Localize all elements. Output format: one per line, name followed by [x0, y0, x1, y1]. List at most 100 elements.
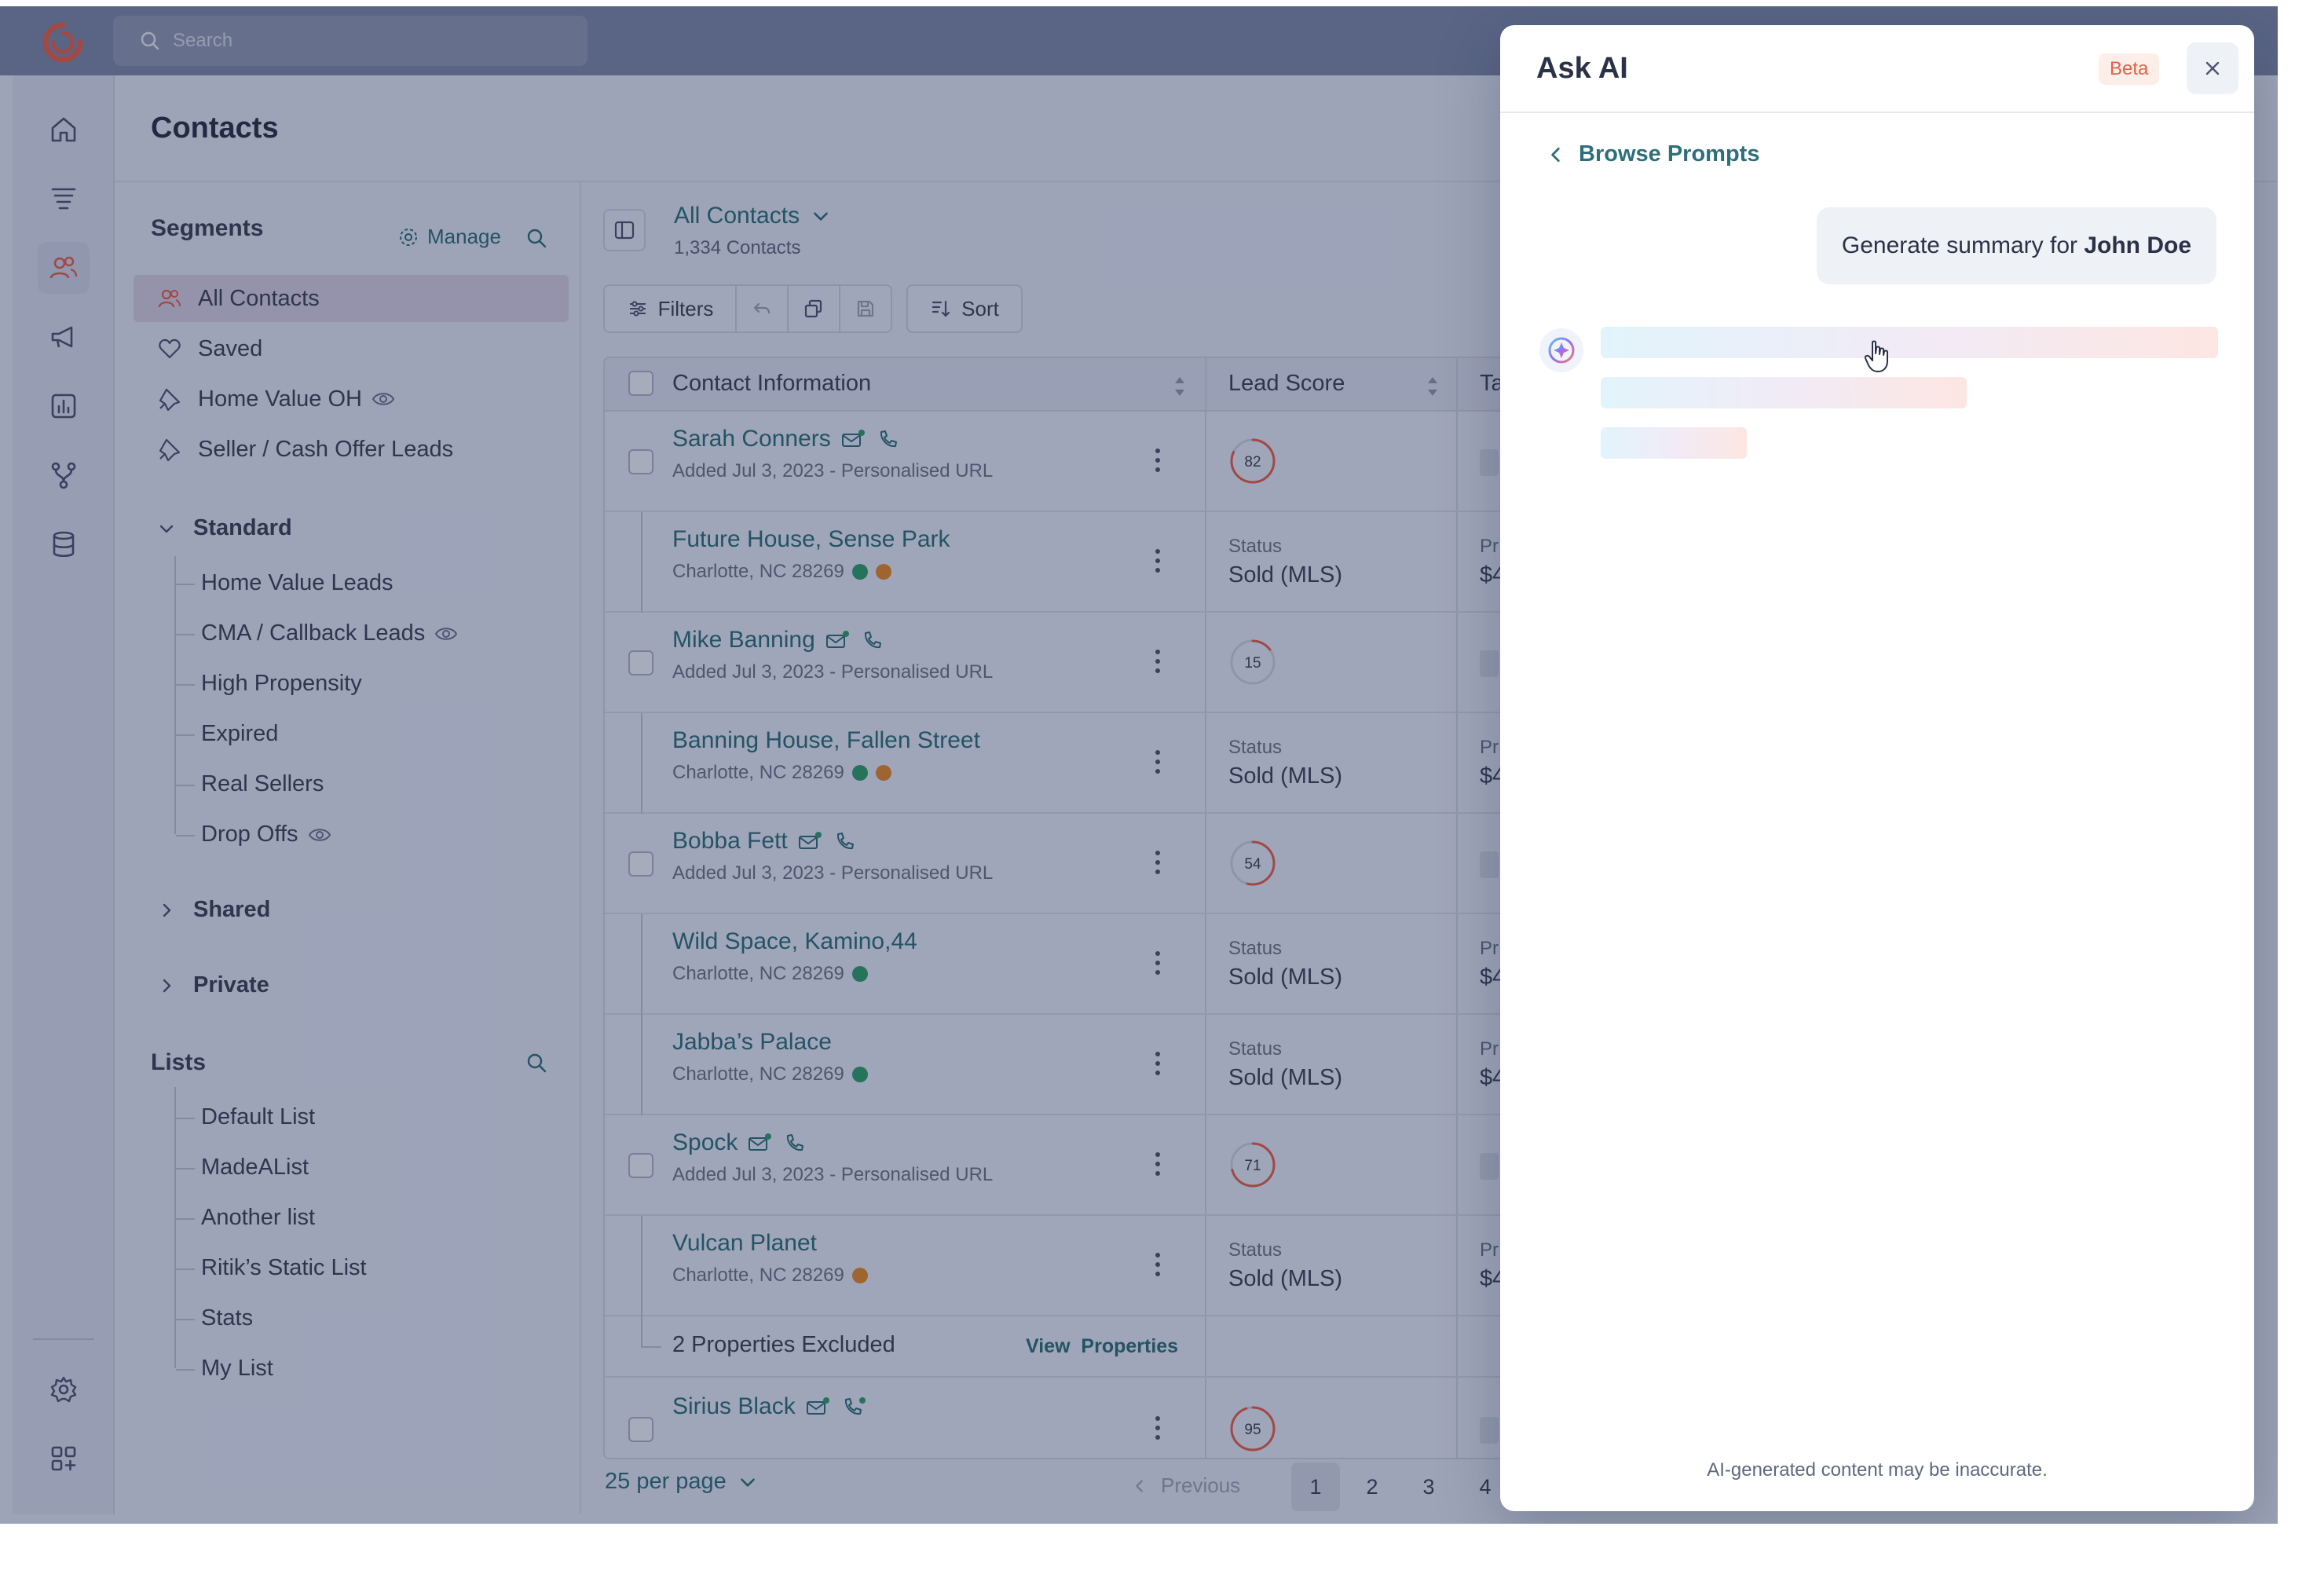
segment-home-value-oh[interactable]: Home Value OH: [134, 375, 395, 423]
page-button[interactable]: 2: [1348, 1462, 1396, 1511]
list-item[interactable]: Another list: [176, 1205, 315, 1231]
row-menu-icon[interactable]: [1155, 1414, 1161, 1442]
manage-button[interactable]: Manage: [397, 225, 501, 249]
property-row[interactable]: Future House, Sense Park Charlotte, NC 28…: [605, 512, 1623, 613]
sort-arrows-icon[interactable]: [1425, 371, 1440, 402]
page-button[interactable]: 1: [1291, 1462, 1340, 1511]
loading-skeleton-line: [1601, 427, 1747, 459]
home-icon[interactable]: [38, 104, 90, 156]
megaphone-icon[interactable]: [38, 311, 90, 363]
shared-group-toggle[interactable]: Shared: [157, 897, 270, 923]
page-button[interactable]: 3: [1404, 1462, 1453, 1511]
standard-item[interactable]: Real Sellers: [176, 771, 324, 797]
sort-button[interactable]: Sort: [906, 284, 1023, 333]
row-menu-icon[interactable]: [1155, 949, 1161, 977]
contact-name-link[interactable]: Sarah Conners: [672, 426, 903, 452]
table-row[interactable]: Sarah Conners Added Jul 3, 2023 - Persona…: [605, 412, 1623, 512]
lead-score-ring: 71: [1230, 1142, 1276, 1188]
standard-item[interactable]: Home Value Leads: [176, 570, 393, 596]
close-button[interactable]: [2187, 42, 2238, 94]
search-box[interactable]: [113, 16, 587, 66]
panel-toggle-button[interactable]: [603, 209, 646, 251]
list-item[interactable]: MadeAList: [176, 1155, 309, 1181]
database-icon[interactable]: [38, 518, 90, 570]
filters-button[interactable]: Filters: [603, 284, 737, 333]
duplicate-button[interactable]: [789, 284, 840, 333]
row-menu-icon[interactable]: [1155, 748, 1161, 776]
lead-score-ring: 82: [1230, 438, 1276, 484]
row-menu-icon[interactable]: [1155, 1250, 1161, 1279]
indent-line: [641, 1315, 642, 1346]
funnel-icon[interactable]: [38, 173, 90, 225]
eye-icon: [372, 393, 395, 405]
table-row[interactable]: Mike Banning Added Jul 3, 2023 - Personal…: [605, 613, 1623, 713]
standard-item[interactable]: Expired: [176, 721, 278, 747]
property-name-link[interactable]: Vulcan Planet: [672, 1230, 817, 1257]
segment-seller-cash-offer[interactable]: Seller / Cash Offer Leads: [134, 426, 453, 473]
view-properties-link[interactable]: View Properties: [1026, 1335, 1178, 1358]
browse-prompts-link[interactable]: Browse Prompts: [1546, 141, 1759, 167]
list-item[interactable]: Ritik’s Static List: [176, 1255, 367, 1281]
property-name-link[interactable]: Banning House, Fallen Street: [672, 727, 980, 754]
list-item[interactable]: My List: [176, 1356, 273, 1382]
row-checkbox[interactable]: [628, 1153, 653, 1178]
row-menu-icon[interactable]: [1155, 1150, 1161, 1178]
private-group-toggle[interactable]: Private: [157, 972, 269, 998]
standard-item[interactable]: High Propensity: [176, 671, 362, 697]
per-page-select[interactable]: 25 per page: [605, 1469, 758, 1495]
table-row[interactable]: Spock Added Jul 3, 2023 - Personalised UR…: [605, 1115, 1623, 1216]
prompt-contact-name: John Doe: [2084, 232, 2191, 258]
sort-arrows-icon[interactable]: [1172, 371, 1188, 402]
property-row[interactable]: Banning House, Fallen Street Charlotte, N…: [605, 713, 1623, 814]
gear-icon[interactable]: [38, 1364, 90, 1415]
tag-chip: [1480, 1153, 1499, 1180]
list-item[interactable]: Stats: [176, 1305, 253, 1331]
row-checkbox[interactable]: [628, 851, 653, 877]
property-name-link[interactable]: Wild Space, Kamino,44: [672, 928, 917, 955]
row-menu-icon[interactable]: [1155, 647, 1161, 675]
contact-name-link[interactable]: Spock: [672, 1129, 810, 1156]
select-all-checkbox[interactable]: [628, 371, 653, 396]
column-header-lead-score[interactable]: Lead Score: [1228, 371, 1345, 397]
search-input[interactable]: [173, 30, 550, 52]
property-name-link[interactable]: Future House, Sense Park: [672, 526, 950, 553]
workflow-icon[interactable]: [38, 449, 90, 501]
table-row[interactable]: Sirius Black 95: [605, 1379, 1623, 1458]
lists-search-icon[interactable]: [525, 1051, 548, 1074]
logo-icon[interactable]: [42, 22, 83, 63]
property-row[interactable]: Jabba’s Palace Charlotte, NC 28269 Status S…: [605, 1015, 1623, 1115]
tree-tick: [176, 1268, 195, 1270]
list-item[interactable]: Default List: [176, 1104, 315, 1130]
standard-item[interactable]: Drop Offs: [176, 822, 331, 847]
apps-icon[interactable]: [38, 1433, 90, 1484]
row-menu-icon[interactable]: [1155, 848, 1161, 877]
reports-icon[interactable]: [38, 380, 90, 432]
contact-name-link[interactable]: Mike Banning: [672, 627, 888, 653]
standard-group-toggle[interactable]: Standard: [157, 515, 292, 541]
contact-name-link[interactable]: Bobba Fett: [672, 828, 860, 855]
price-label: Pr: [1480, 1038, 1499, 1060]
row-menu-icon[interactable]: [1155, 547, 1161, 575]
private-label: Private: [193, 972, 269, 998]
row-checkbox[interactable]: [628, 1417, 653, 1442]
column-header-contact[interactable]: Contact Information: [672, 371, 871, 397]
row-menu-icon[interactable]: [1155, 446, 1161, 474]
property-row[interactable]: Wild Space, Kamino,44 Charlotte, NC 28269…: [605, 914, 1623, 1015]
previous-page-button[interactable]: Previous: [1131, 1473, 1240, 1498]
filters-label: Filters: [657, 296, 714, 320]
segment-all-contacts[interactable]: All Contacts: [134, 275, 569, 322]
segment-search-icon[interactable]: [525, 226, 548, 250]
row-menu-icon[interactable]: [1155, 1049, 1161, 1078]
contact-name-link[interactable]: Sirius Black: [672, 1393, 868, 1420]
row-checkbox[interactable]: [628, 449, 653, 474]
contacts-icon[interactable]: [38, 242, 90, 294]
save-button[interactable]: [840, 284, 892, 333]
row-checkbox[interactable]: [628, 650, 653, 675]
table-row[interactable]: Bobba Fett Added Jul 3, 2023 - Personalis…: [605, 814, 1623, 914]
property-row[interactable]: Vulcan Planet Charlotte, NC 28269 Status So…: [605, 1216, 1623, 1316]
segment-saved[interactable]: Saved: [134, 325, 262, 372]
view-selector[interactable]: All Contacts: [674, 203, 831, 229]
undo-button[interactable]: [737, 284, 789, 333]
standard-item[interactable]: CMA / Callback Leads: [176, 620, 458, 646]
property-name-link[interactable]: Jabba’s Palace: [672, 1029, 832, 1056]
